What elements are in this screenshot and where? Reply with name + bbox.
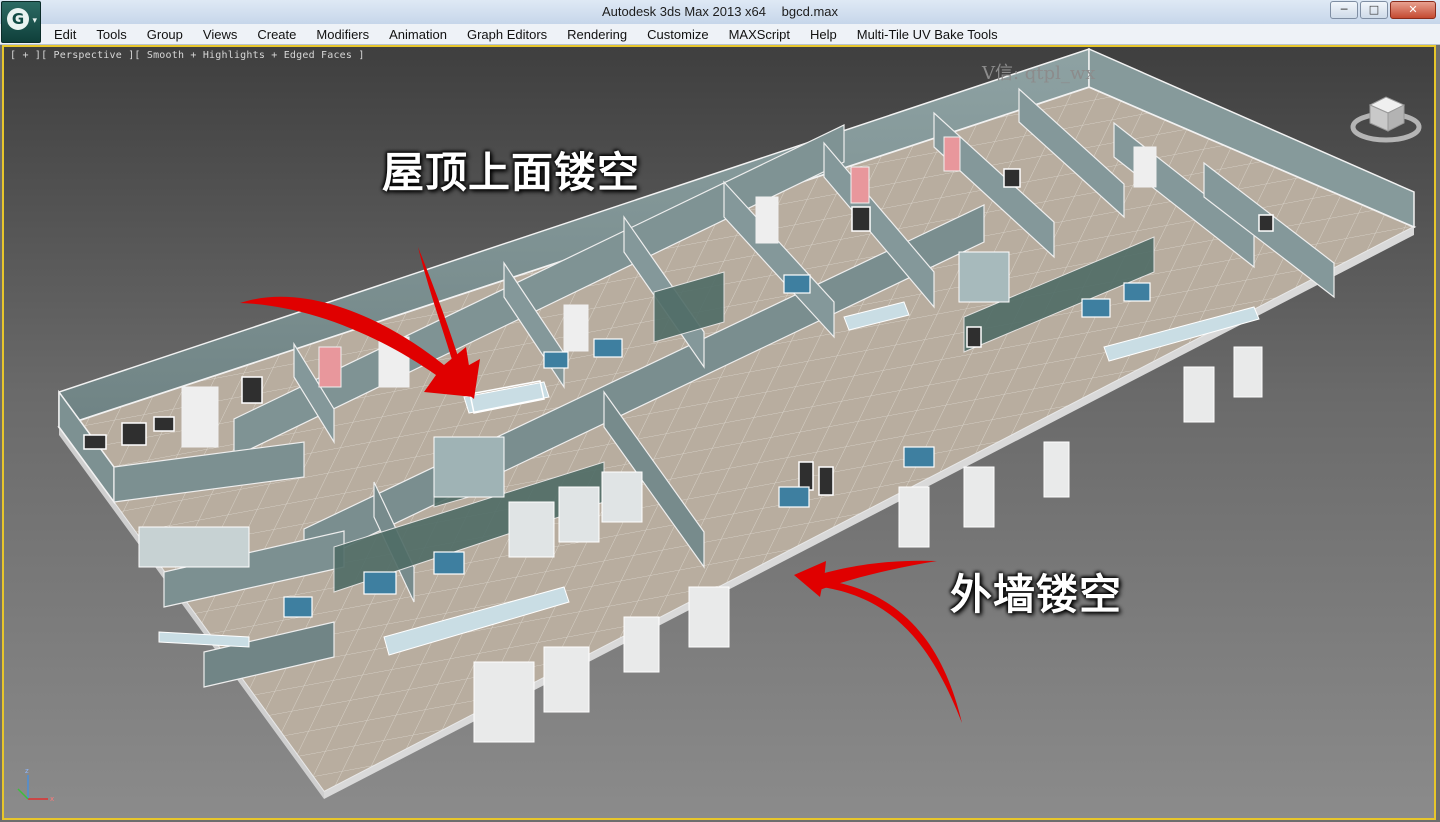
viewport-label[interactable]: [ + ][ Perspective ][ Smooth + Highlight…: [10, 50, 365, 61]
max-logo-icon: G: [7, 8, 29, 30]
menu-modifiers[interactable]: Modifiers: [306, 26, 377, 42]
menu-rendering[interactable]: Rendering: [557, 26, 635, 42]
window-title: Autodesk 3ds Max 2013 x64 bgcd.max: [0, 4, 1440, 19]
menu-maxscript[interactable]: MAXScript: [719, 26, 798, 42]
building-3d-model: [57, 47, 1417, 799]
perspective-viewport[interactable]: [ + ][ Perspective ][ Smooth + Highlight…: [2, 45, 1436, 820]
menu-edit[interactable]: Edit: [44, 26, 84, 42]
menu-create[interactable]: Create: [247, 26, 304, 42]
window-controls: ─ □ ✕: [1330, 1, 1436, 19]
svg-text:x: x: [50, 795, 54, 803]
chevron-down-icon: ▾: [32, 16, 37, 26]
svg-text:z: z: [25, 767, 29, 775]
menu-group[interactable]: Group: [137, 26, 191, 42]
menu-customize[interactable]: Customize: [637, 26, 716, 42]
watermark-text: V信: qtpl_wx: [982, 63, 1096, 84]
menu-multi-tile-uv-bake-tools[interactable]: Multi-Tile UV Bake Tools: [847, 26, 1006, 42]
menu-bar: Edit Tools Group Views Create Modifiers …: [0, 24, 1440, 45]
annotation-wall-hollow: 外墙镂空: [950, 570, 1123, 619]
menu-animation[interactable]: Animation: [379, 26, 455, 42]
menu-tools[interactable]: Tools: [86, 26, 134, 42]
close-button[interactable]: ✕: [1390, 1, 1436, 19]
restore-button[interactable]: □: [1360, 1, 1388, 19]
menu-views[interactable]: Views: [193, 26, 245, 42]
menu-help[interactable]: Help: [800, 26, 845, 42]
annotation-roof-hollow: 屋顶上面镂空: [382, 148, 641, 197]
file-name: bgcd.max: [781, 4, 839, 19]
app-title: Autodesk 3ds Max 2013 x64: [601, 4, 767, 19]
title-bar: Autodesk 3ds Max 2013 x64 bgcd.max ─ □ ✕: [0, 0, 1440, 25]
viewcube-icon[interactable]: [1350, 83, 1422, 145]
menu-graph-editors[interactable]: Graph Editors: [457, 26, 555, 42]
main-menu: Edit Tools Group Views Create Modifiers …: [44, 26, 1008, 42]
minimize-button[interactable]: ─: [1330, 1, 1358, 19]
application-menu-button[interactable]: G ▾: [1, 1, 41, 43]
axis-tripod-icon: z x: [17, 767, 54, 803]
